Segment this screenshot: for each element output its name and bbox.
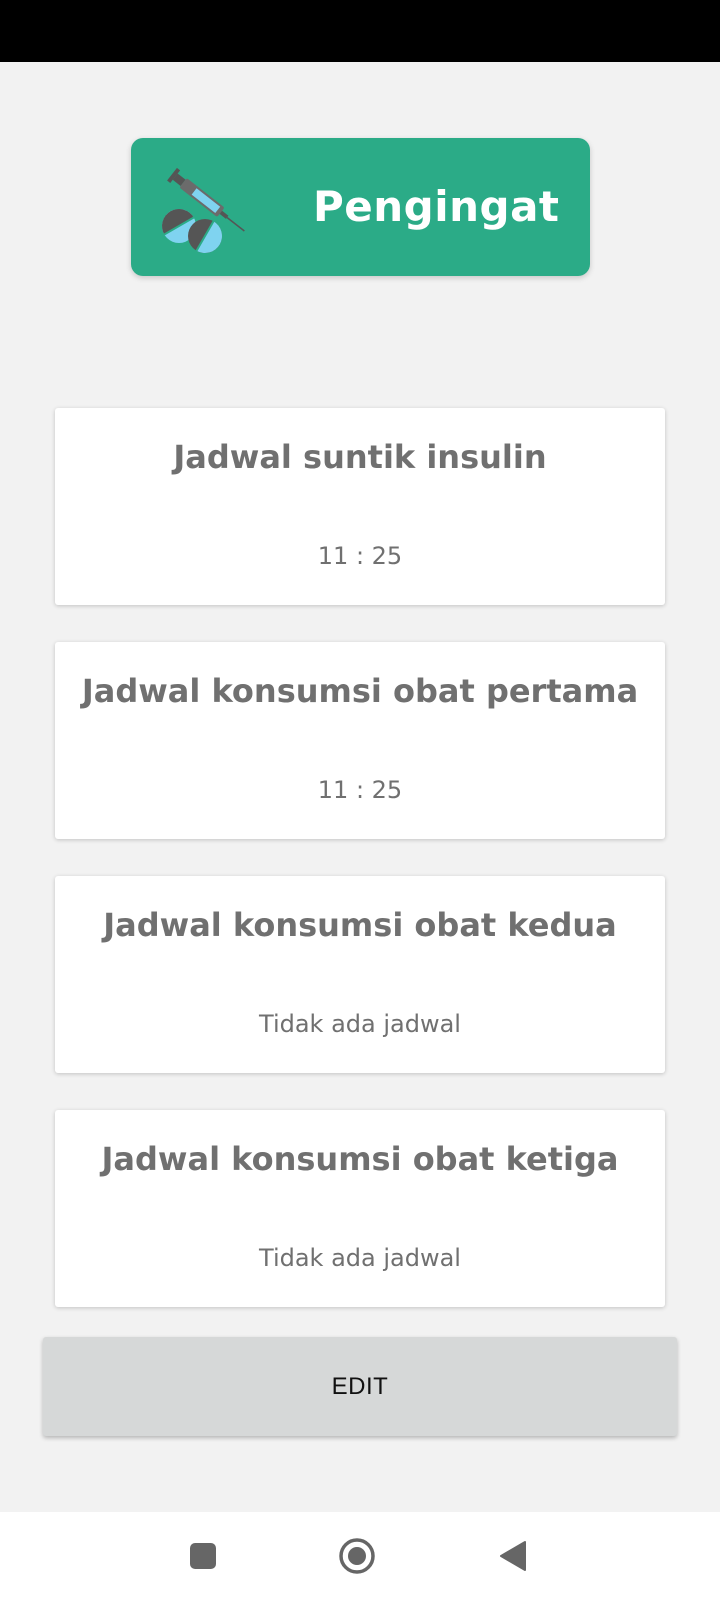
schedule-card-insulin: Jadwal suntik insulin 11 : 25 xyxy=(55,408,665,605)
home-circle-icon xyxy=(339,1538,375,1574)
schedule-title: Jadwal konsumsi obat pertama xyxy=(81,672,639,710)
home-button[interactable] xyxy=(331,1530,383,1582)
schedule-time: 11 : 25 xyxy=(317,542,403,570)
recents-square-icon xyxy=(190,1543,216,1569)
schedule-time: Tidak ada jadwal xyxy=(259,1010,461,1038)
schedule-time: 11 : 25 xyxy=(317,776,403,804)
back-button[interactable] xyxy=(487,1530,539,1582)
back-triangle-icon xyxy=(500,1541,526,1571)
schedule-title: Jadwal konsumsi obat kedua xyxy=(103,906,617,944)
header-banner: Pengingat xyxy=(131,138,590,276)
schedule-title: Jadwal suntik insulin xyxy=(173,438,547,476)
schedule-card-second: Jadwal konsumsi obat kedua Tidak ada jad… xyxy=(55,876,665,1073)
navigation-bar xyxy=(0,1512,720,1600)
page-title: Pengingat xyxy=(313,182,560,231)
syringe-pills-icon xyxy=(162,167,245,253)
status-bar xyxy=(0,0,720,62)
recents-button[interactable] xyxy=(177,1530,229,1582)
schedule-card-first: Jadwal konsumsi obat pertama 11 : 25 xyxy=(55,642,665,839)
edit-button[interactable]: EDIT xyxy=(43,1337,677,1436)
schedule-card-third: Jadwal konsumsi obat ketiga Tidak ada ja… xyxy=(55,1110,665,1307)
schedule-time: Tidak ada jadwal xyxy=(259,1244,461,1272)
schedule-title: Jadwal konsumsi obat ketiga xyxy=(101,1140,619,1178)
